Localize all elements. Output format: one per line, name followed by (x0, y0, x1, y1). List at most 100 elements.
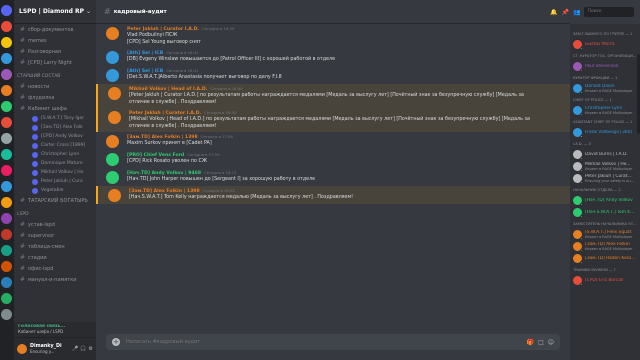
emoji-icon[interactable]: ☺ (548, 339, 554, 346)
message-input[interactable] (126, 339, 527, 345)
voice-user-name: Vegetable (41, 188, 64, 193)
member-list[interactable]: ЗАМ.ГЛАВНОГО ПО ГРУППЕ — 1 Gustav Morra СТ… (570, 24, 640, 360)
voice-user[interactable]: Vegetable (14, 186, 96, 195)
gif-icon[interactable]: □ (538, 339, 544, 346)
channel-item[interactable]: # ТАТАРСКИЙ БОГАТЫРЬ (14, 195, 96, 206)
channel-item[interactable]: # офис-lspd (14, 263, 96, 274)
member-item[interactable]: [Нач.TD] Andy Volkov (570, 194, 640, 206)
server-icon[interactable] (1, 229, 12, 240)
channel-item[interactable]: # [CPD] Larry Night (14, 57, 96, 68)
server-icon[interactable] (1, 101, 12, 112)
avatar[interactable] (108, 189, 121, 202)
voice-user[interactable]: Carter Cross [1899] (14, 141, 96, 150)
message[interactable]: [Зам.TD] Alex Folkin | 1398 Сегодня в 17:… (96, 132, 570, 150)
category-senior[interactable]: СТАРШИЙ СОСТАВ (14, 71, 96, 81)
server-icon[interactable] (1, 149, 12, 160)
message[interactable]: [Ath] Sel | ICB Сегодня в 16:41 [DB] Evgen… (96, 48, 570, 66)
channel-item[interactable]: # supervisor (14, 230, 96, 241)
message[interactable]: Mikhail Volkov | Head of I.A.D. Сегодня в… (96, 84, 570, 108)
channel-item[interactable]: # Разговорная (14, 46, 96, 57)
avatar[interactable] (108, 111, 121, 124)
category-lspd[interactable]: LSPD (14, 209, 96, 219)
channel-item[interactable]: # мануал-и-памятки (14, 274, 96, 285)
headphones-icon[interactable]: 🎧 (80, 346, 86, 352)
avatar[interactable] (17, 344, 27, 354)
server-icon[interactable] (1, 85, 12, 96)
user-status: Ensuring y... (30, 349, 55, 354)
server-icon[interactable] (1, 5, 12, 16)
server-icon[interactable] (1, 181, 12, 192)
message[interactable]: [Зам.TD] Alex Folkin | 1398 Сегодня в 18:… (96, 186, 570, 204)
server-icon[interactable] (1, 213, 12, 224)
server-icon[interactable] (1, 117, 12, 128)
server-icon[interactable] (1, 53, 12, 64)
server-icon[interactable] (1, 261, 12, 272)
avatar[interactable] (106, 51, 119, 64)
message[interactable]: Peter Jakluh | Curator I.A.D. Сегодня в 1… (96, 108, 570, 132)
avatar[interactable] (106, 171, 119, 184)
server-icon[interactable] (1, 69, 12, 80)
member-item[interactable]: [CPD] Eric Borcall (570, 274, 640, 286)
channel-item[interactable]: # memes (14, 35, 96, 46)
server-icon[interactable] (1, 37, 12, 48)
member-item[interactable]: David Burns | I.A.D. (570, 148, 640, 160)
message[interactable]: Peter Jakluh | Curator I.A.D. Сегодня в 1… (96, 24, 570, 48)
member-item[interactable]: [S.W.A.T.] Felix Squat Играет в RAGE Mult… (570, 228, 640, 240)
server-icon[interactable] (1, 293, 12, 304)
server-icon[interactable] (1, 277, 12, 288)
microphone-icon[interactable]: 🎤 (72, 346, 78, 352)
server-icon[interactable] (1, 21, 12, 32)
channel-item[interactable]: # Кабинет шефа (14, 103, 96, 114)
voice-user[interactable]: Christopher Lynn (14, 150, 96, 159)
message[interactable]: [Ath] Sel | ICB Сегодня в 16:41 [Det.S.W.A… (96, 66, 570, 84)
server-icon[interactable] (1, 245, 12, 256)
chevron-down-icon[interactable]: ⌄ (86, 8, 91, 15)
voice-user[interactable]: Peter Jakluh | Cura (14, 177, 96, 186)
message[interactable]: [PRO] Chief Vens Ford Сегодня в 17:59 [CPD… (96, 150, 570, 168)
channel-item[interactable]: # сбор-документов (14, 24, 96, 35)
server-icon[interactable] (1, 309, 12, 320)
channel-item[interactable]: # новости (14, 81, 96, 92)
member-item[interactable]: Peter Jakluh | Curat... Ensuring your saf… (570, 172, 640, 184)
add-attachment-icon[interactable]: + (112, 338, 120, 346)
avatar[interactable] (108, 87, 121, 100)
member-item[interactable]: Frank Vallbergo [360] (570, 126, 640, 138)
voice-user[interactable]: Dominique Mature (14, 159, 96, 168)
channel-item[interactable]: # устав-lspd (14, 219, 96, 230)
voice-user[interactable]: [Зам.TD] Alex Folk (14, 123, 96, 132)
server-icon[interactable] (1, 133, 12, 144)
server-icon[interactable] (1, 197, 12, 208)
member-item[interactable]: [Нач.S.W.A.T.] Tom K... (570, 206, 640, 218)
voice-user[interactable]: [S.W.A.T.] Tony Igor (14, 114, 96, 123)
channel-item[interactable]: # стадии (14, 252, 96, 263)
member-item[interactable]: [Зам.TD] Alex Folkin Играет в RAGE Multip… (570, 240, 640, 252)
pin-icon[interactable]: 📌 (561, 9, 568, 16)
voice-channel[interactable]: Кабинет шефа / LSPD (18, 329, 92, 334)
member-item[interactable]: Mikhail Volkov | He... Играет в RAGE Mult… (570, 160, 640, 172)
member-item[interactable]: Paul Stevenson (570, 60, 640, 72)
channel-item[interactable]: # таблица-смен (14, 241, 96, 252)
avatar[interactable] (106, 135, 119, 148)
server-name: LSPD | Diamond RP (19, 8, 85, 15)
bell-icon[interactable]: 🔔 (550, 9, 557, 16)
message-list[interactable]: Peter Jakluh | Curator I.A.D. Сегодня в 1… (96, 24, 570, 324)
message-text: [CPD] Rick Rosato уволен по СЖ (127, 159, 208, 164)
member-group-title: НАЧАЛЬНИК ОТДЕЛА — 2 (573, 188, 621, 192)
member-item[interactable]: Gustav Morra (570, 38, 640, 50)
server-icon[interactable] (1, 165, 12, 176)
voice-user[interactable]: [CPD] Andy Volkov (14, 132, 96, 141)
avatar[interactable] (106, 27, 119, 40)
gift-icon[interactable]: 🎁 (527, 339, 534, 346)
members-icon[interactable]: 👥 (573, 9, 580, 16)
voice-user[interactable]: Mikhail Volkov | He (14, 168, 96, 177)
member-item[interactable]: [Зам.TD] Raden Kess... (570, 252, 640, 264)
message[interactable]: [Нач.TD] Andy Volkov | 9468 Сегодня в 18:… (96, 168, 570, 186)
avatar[interactable] (106, 153, 119, 166)
member-item[interactable]: Donald Dixon Играет в RAGE Multiplayer (570, 82, 640, 94)
channel-item[interactable]: # флудилка (14, 92, 96, 103)
member-item[interactable]: Christopher Lynn Играет в RAGE Multiplaye… (570, 104, 640, 116)
server-header[interactable]: LSPD | Diamond RP ⌄ (14, 0, 96, 24)
avatar[interactable] (106, 69, 119, 82)
gear-icon[interactable]: ⚙ (89, 346, 93, 352)
search-input[interactable]: Поиск (584, 7, 634, 17)
